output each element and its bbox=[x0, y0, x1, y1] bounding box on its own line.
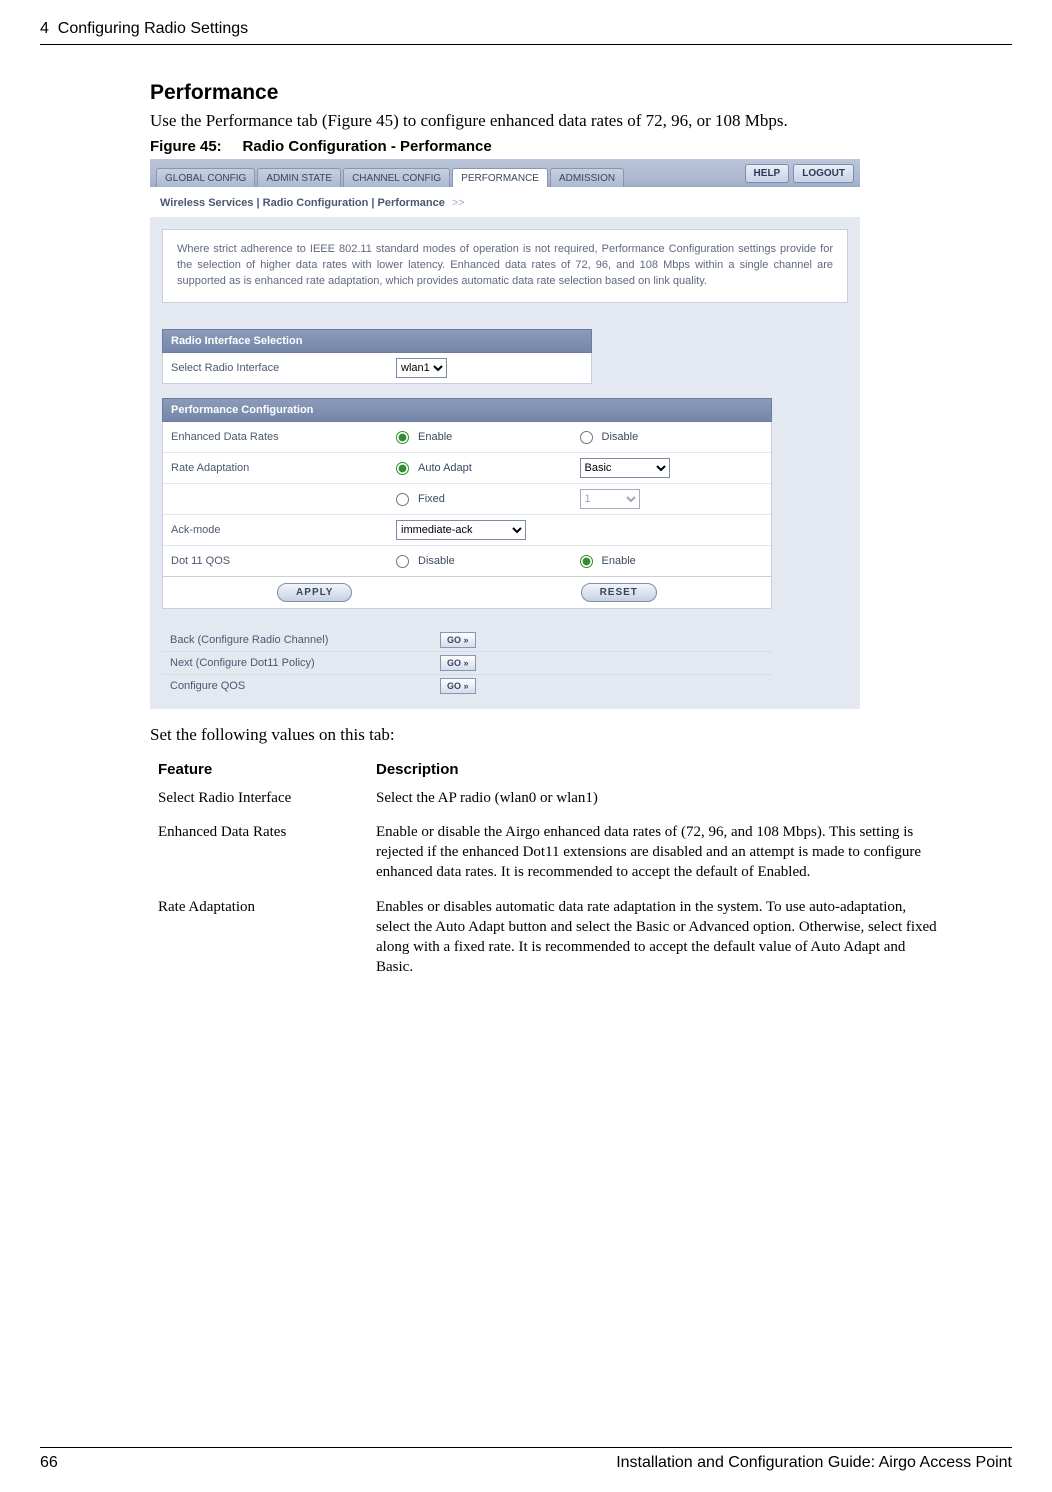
performance-config-panel-header: Performance Configuration bbox=[162, 398, 772, 422]
instruction-text: Set the following values on this tab: bbox=[150, 723, 1012, 746]
fixed-radio[interactable] bbox=[396, 493, 409, 506]
col-feature-header: Feature bbox=[150, 757, 368, 784]
apply-button[interactable]: APPLY bbox=[277, 583, 352, 602]
auto-adapt-radio[interactable] bbox=[396, 462, 409, 475]
fixed-dropdown[interactable]: 1 bbox=[580, 489, 640, 509]
help-button[interactable]: HELP bbox=[745, 164, 790, 183]
page-footer: 66 Installation and Configuration Guide:… bbox=[40, 1447, 1012, 1472]
figure-caption-label: Figure 45: bbox=[150, 138, 222, 155]
radio-interface-panel-header: Radio Interface Selection bbox=[162, 329, 592, 353]
nav-back-label: Back (Configure Radio Channel) bbox=[170, 634, 440, 646]
qos-enable-radio[interactable] bbox=[580, 555, 593, 568]
dot11-qos-label: Dot 11 QOS bbox=[171, 555, 396, 567]
book-title: Installation and Configuration Guide: Ai… bbox=[616, 1454, 1012, 1472]
section-title: Performance bbox=[150, 81, 1012, 105]
feature-cell: Select Radio Interface bbox=[150, 784, 368, 818]
nav-back-go-button[interactable]: GO » bbox=[440, 632, 476, 648]
select-radio-interface-label: Select Radio Interface bbox=[171, 362, 396, 374]
table-row: Rate Adaptation Enables or disables auto… bbox=[150, 893, 950, 988]
intro-text: Use the Performance tab (Figure 45) to c… bbox=[150, 109, 1012, 132]
rate-adaptation-label: Rate Adaptation bbox=[171, 462, 396, 474]
chapter-title: Configuring Radio Settings bbox=[58, 20, 248, 37]
chapter-number: 4 bbox=[40, 20, 49, 37]
nav-qos-go-button[interactable]: GO » bbox=[440, 678, 476, 694]
qos-enable-label: Enable bbox=[602, 555, 636, 567]
feature-table: Feature Description Select Radio Interfa… bbox=[150, 757, 950, 988]
figure-caption: Figure 45: Radio Configuration - Perform… bbox=[150, 138, 1012, 155]
page-number: 66 bbox=[40, 1454, 58, 1472]
auto-adapt-label: Auto Adapt bbox=[418, 462, 472, 474]
table-row: Select Radio Interface Select the AP rad… bbox=[150, 784, 950, 818]
enable-label: Enable bbox=[418, 431, 452, 443]
col-description-header: Description bbox=[368, 757, 950, 784]
nav-next-label: Next (Configure Dot11 Policy) bbox=[170, 657, 440, 669]
tab-global-config[interactable]: GLOBAL CONFIG bbox=[156, 168, 255, 187]
tab-channel-config[interactable]: CHANNEL CONFIG bbox=[343, 168, 450, 187]
tab-performance[interactable]: PERFORMANCE bbox=[452, 168, 548, 187]
top-bar: GLOBAL CONFIG ADMIN STATE CHANNEL CONFIG… bbox=[150, 159, 860, 187]
nav-qos-label: Configure QOS bbox=[170, 680, 440, 692]
description-cell: Enable or disable the Airgo enhanced dat… bbox=[368, 818, 950, 893]
figure-caption-text: Radio Configuration - Performance bbox=[243, 138, 492, 155]
feature-cell: Rate Adaptation bbox=[150, 893, 368, 988]
auto-adapt-dropdown[interactable]: Basic bbox=[580, 458, 670, 478]
reset-button[interactable]: RESET bbox=[581, 583, 657, 602]
description-cell: Select the AP radio (wlan0 or wlan1) bbox=[368, 784, 950, 818]
tabs: GLOBAL CONFIG ADMIN STATE CHANNEL CONFIG… bbox=[156, 168, 624, 187]
info-box: Where strict adherence to IEEE 802.11 st… bbox=[162, 229, 848, 303]
select-radio-interface-dropdown[interactable]: wlan1 bbox=[396, 358, 447, 378]
feature-cell: Enhanced Data Rates bbox=[150, 818, 368, 893]
qos-disable-label: Disable bbox=[418, 555, 455, 567]
nav-next-go-button[interactable]: GO » bbox=[440, 655, 476, 671]
enhanced-enable-radio[interactable] bbox=[396, 431, 409, 444]
description-cell: Enables or disables automatic data rate … bbox=[368, 893, 950, 988]
logout-button[interactable]: LOGOUT bbox=[793, 164, 854, 183]
ack-mode-dropdown[interactable]: immediate-ack bbox=[396, 520, 526, 540]
disable-label: Disable bbox=[602, 431, 639, 443]
breadcrumb-text: Wireless Services | Radio Configuration … bbox=[160, 197, 445, 209]
page-header: 4 Configuring Radio Settings bbox=[40, 20, 1012, 45]
enhanced-data-rates-label: Enhanced Data Rates bbox=[171, 431, 396, 443]
enhanced-disable-radio[interactable] bbox=[580, 431, 593, 444]
tab-admission[interactable]: ADMISSION bbox=[550, 168, 624, 187]
breadcrumb-arrow-icon: >> bbox=[452, 197, 465, 209]
fixed-label: Fixed bbox=[418, 493, 445, 505]
breadcrumb: Wireless Services | Radio Configuration … bbox=[150, 187, 860, 217]
qos-disable-radio[interactable] bbox=[396, 555, 409, 568]
tab-admin-state[interactable]: ADMIN STATE bbox=[257, 168, 341, 187]
ack-mode-label: Ack-mode bbox=[171, 524, 396, 536]
screenshot-figure: GLOBAL CONFIG ADMIN STATE CHANNEL CONFIG… bbox=[150, 159, 860, 709]
table-row: Enhanced Data Rates Enable or disable th… bbox=[150, 818, 950, 893]
